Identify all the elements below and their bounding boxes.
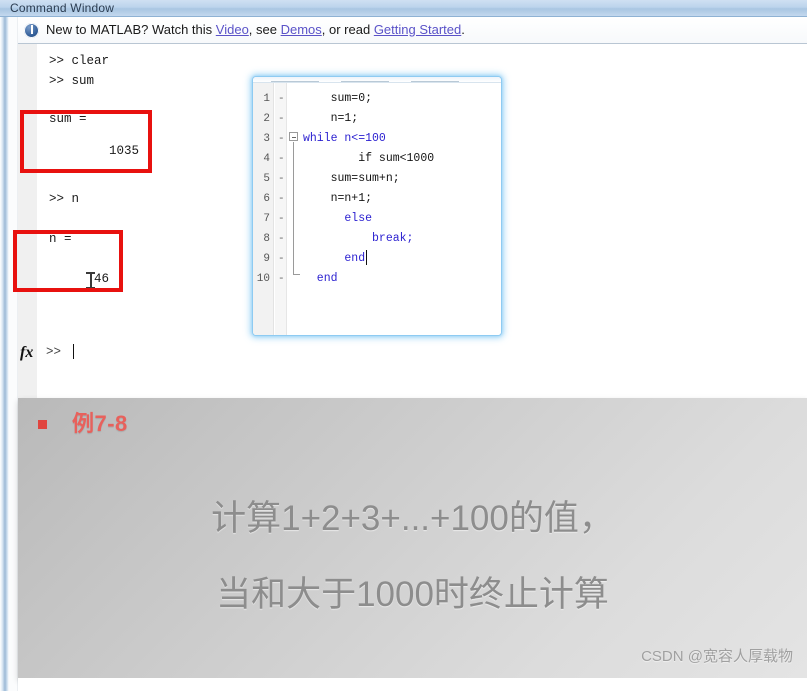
editor-tick [411, 81, 459, 82]
code-line: break; [303, 232, 414, 245]
presentation-slide: 例7-8 计算1+2+3+...+100的值， 当和大于1000时终止计算 CS… [18, 398, 807, 678]
code-line: while n<=100 [303, 132, 386, 145]
editor-line-number-gutter: 1 2 3 4 5 6 7 8 9 10 [253, 83, 274, 335]
code-line: if sum<1000 [303, 152, 435, 165]
code-line: end [303, 272, 338, 285]
line-number: 5 [263, 173, 270, 185]
mouse-ibeam-cursor [86, 272, 95, 288]
slide-bullet-icon [38, 420, 47, 429]
code-line: sum=sum+n; [303, 172, 400, 185]
info-icon [24, 23, 39, 38]
line-number: 6 [263, 193, 270, 205]
line-number: 8 [263, 233, 270, 245]
video-link[interactable]: Video [216, 22, 249, 37]
executable-line-mark: - [278, 133, 285, 145]
text-caret [73, 344, 74, 359]
code-editor-popup[interactable]: 1 2 3 4 5 6 7 8 9 10 - - - - - - - - - - [252, 76, 502, 336]
info-bar-text: New to MATLAB? Watch this Video, see Dem… [46, 22, 465, 37]
info-mid1: , see [248, 22, 281, 37]
csdn-watermark: CSDN @宽容人厚载物 [641, 648, 793, 665]
info-prefix: New to MATLAB? Watch this [46, 22, 216, 37]
editor-code-area[interactable]: sum=0; n=1; while n<=100 if sum<1000 sum… [287, 83, 501, 335]
editor-tick [341, 81, 389, 82]
info-mid2: , or read [321, 22, 374, 37]
executable-line-mark: - [278, 253, 285, 265]
code-fold-line [293, 142, 294, 274]
prompt-chevrons: >> [46, 345, 62, 359]
line-number: 3 [263, 133, 270, 145]
editor-tick [271, 81, 319, 82]
executable-line-mark: - [278, 173, 285, 185]
code-line: sum=0; [303, 92, 373, 105]
matlab-window: Command Window New to MATLAB? Watch this… [0, 0, 807, 691]
matlab-info-bar: New to MATLAB? Watch this Video, see Dem… [18, 18, 807, 44]
editor-breakpoint-gutter[interactable]: - - - - - - - - - - [275, 83, 287, 335]
code-line: n=n+1; [303, 192, 373, 205]
code-fold-foot [293, 274, 300, 275]
line-number: 7 [263, 213, 270, 225]
n-result-highlight [13, 230, 123, 292]
line-number: 2 [263, 113, 270, 125]
executable-line-mark: - [278, 113, 285, 125]
console-line: >> clear [49, 54, 110, 68]
line-number: 4 [263, 153, 270, 165]
command-prompt-row[interactable]: fx >> [18, 340, 807, 366]
console-line: >> n [49, 192, 80, 206]
window-left-rail-inner [9, 17, 18, 691]
code-line: end [303, 252, 366, 265]
demos-link[interactable]: Demos [281, 22, 322, 37]
titlebar: Command Window [0, 0, 807, 17]
line-number: 9 [263, 253, 270, 265]
executable-line-mark: - [278, 273, 285, 285]
executable-line-mark: - [278, 233, 285, 245]
executable-line-mark: - [278, 193, 285, 205]
executable-line-mark: - [278, 213, 285, 225]
sum-result-highlight [20, 110, 152, 173]
editor-text-caret [366, 250, 368, 265]
window-title: Command Window [10, 1, 115, 15]
window-left-rail [0, 17, 9, 691]
code-line: else [303, 212, 373, 225]
getting-started-link[interactable]: Getting Started [374, 22, 461, 37]
slide-body-line-1: 计算1+2+3+...+100的值， [211, 499, 614, 538]
executable-line-mark: - [278, 93, 285, 105]
page-bottom-margin [18, 678, 807, 691]
slide-heading: 例7-8 [72, 411, 128, 436]
info-suffix: . [461, 22, 465, 37]
slide-body-line-2: 当和大于1000时终止计算 [216, 575, 609, 614]
code-line: n=1; [303, 112, 359, 125]
console-line: >> sum [49, 74, 95, 88]
fx-icon[interactable]: fx [20, 344, 33, 362]
code-fold-toggle-icon[interactable] [289, 132, 298, 141]
executable-line-mark: - [278, 153, 285, 165]
line-number: 1 [263, 93, 270, 105]
line-number: 10 [256, 273, 270, 285]
